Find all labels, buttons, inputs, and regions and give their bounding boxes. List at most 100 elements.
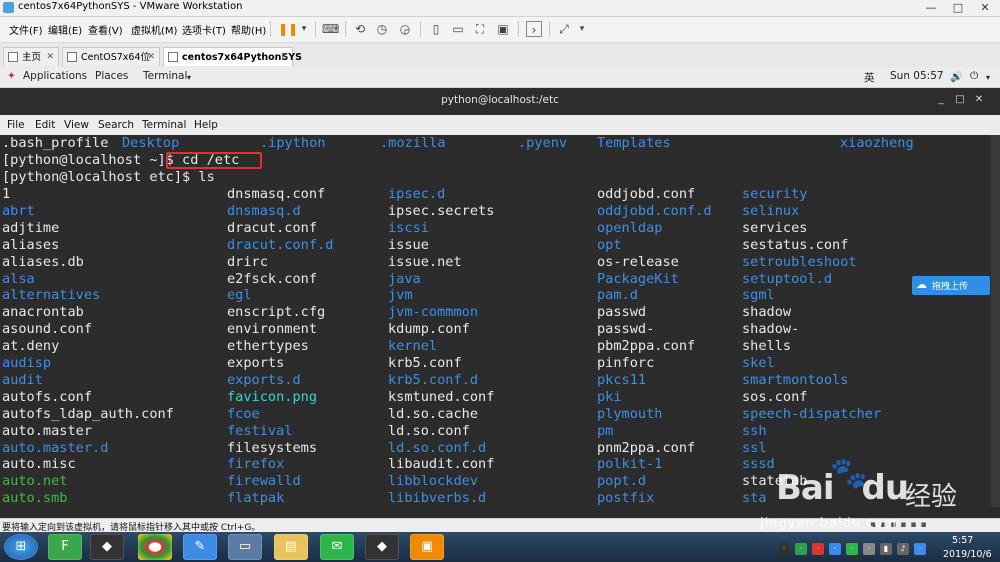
- pause-icon[interactable]: ❚❚: [278, 21, 298, 37]
- close-icon[interactable]: ✕: [147, 48, 155, 67]
- input-method-indicator[interactable]: 英: [864, 70, 875, 85]
- thumbnail-icon[interactable]: ▭: [450, 21, 466, 37]
- applications-menu[interactable]: Applications: [23, 70, 87, 82]
- nox-player-icon[interactable]: ◆: [365, 534, 399, 560]
- ls-entry: flatpak: [227, 490, 285, 507]
- network-icon[interactable]: ▮: [880, 543, 892, 555]
- tray-app-icon[interactable]: ·: [863, 543, 875, 555]
- ls-entry: pam.d: [597, 287, 638, 304]
- tray-app-icon[interactable]: ·: [795, 543, 807, 555]
- menu-edit[interactable]: 编辑(E): [48, 22, 82, 37]
- close-button[interactable]: ✕: [972, 94, 986, 105]
- menu-vm[interactable]: 虚拟机(M): [131, 22, 177, 37]
- window-app-icon[interactable]: ▭: [228, 534, 262, 560]
- maximize-button[interactable]: □: [953, 94, 967, 105]
- ls-entry: libaudit.conf: [388, 456, 495, 473]
- ls-entry: skel: [742, 355, 775, 371]
- taskbar-clock-time[interactable]: 5:57: [952, 535, 973, 546]
- menu-tabs[interactable]: 选项卡(T): [182, 22, 226, 37]
- tray-app-icon[interactable]: ·: [812, 543, 824, 555]
- chevron-down-icon[interactable]: ▾: [574, 21, 590, 37]
- ls-entry: passwd-: [597, 321, 655, 338]
- tray-app-icon[interactable]: ·: [846, 543, 858, 555]
- ls-entry: kdump.conf: [388, 321, 470, 338]
- console-icon[interactable]: ›: [526, 21, 542, 37]
- nox-app-icon[interactable]: ◆: [90, 534, 124, 560]
- terminal-entry: .bash_profile: [2, 135, 109, 151]
- chevron-down-icon[interactable]: ▾: [296, 21, 312, 37]
- ls-entry: krb5.conf.d: [388, 371, 479, 388]
- close-button[interactable]: ✕: [972, 0, 998, 16]
- tray-app-icon[interactable]: ·: [829, 543, 841, 555]
- stretch-icon[interactable]: ⤢: [556, 21, 572, 37]
- tab-centos7x64[interactable]: CentOS7x64位 ✕: [62, 47, 160, 66]
- vm-icon: [67, 52, 77, 62]
- terminal-output[interactable]: .bash_profile Desktop .ipython .mozilla .pye…: [0, 135, 991, 507]
- menu-help[interactable]: 帮助(H): [231, 22, 266, 37]
- ls-entry: 1: [2, 186, 11, 202]
- menu-view[interactable]: 查看(V): [88, 22, 123, 37]
- ls-entry: ipsec.d: [388, 186, 446, 202]
- maximize-button[interactable]: □: [945, 0, 971, 16]
- ls-entry: alsa: [2, 270, 35, 287]
- ls-entry: pkcs11: [597, 371, 647, 388]
- terminal-menu-view[interactable]: View: [64, 119, 89, 131]
- terminal-scrollbar[interactable]: [991, 135, 1000, 507]
- snapshot-manager-icon[interactable]: ◶: [397, 21, 413, 37]
- terminal-menu-help[interactable]: Help: [194, 119, 218, 131]
- tray-app-icon[interactable]: ·: [778, 543, 790, 555]
- power-icon[interactable]: ⏻: [970, 70, 978, 83]
- library-icon[interactable]: ▯: [428, 21, 444, 37]
- chevron-down-icon[interactable]: ▾: [187, 73, 191, 82]
- terminal-menu-edit[interactable]: Edit: [35, 119, 55, 131]
- ls-entry: festival: [227, 422, 293, 439]
- tab-centos7x64pythonsys[interactable]: centos7x64PythonSYS ✕: [163, 47, 302, 67]
- taskbar-app-icon[interactable]: F: [48, 534, 82, 560]
- snapshot-icon[interactable]: ⟲: [352, 21, 368, 37]
- tab-home[interactable]: 主页 ✕: [3, 47, 59, 66]
- ls-entry: sssd: [742, 456, 775, 473]
- notes-app-icon[interactable]: ✎: [183, 534, 217, 560]
- ls-entry: sgml: [742, 287, 775, 304]
- ls-entry: shells: [742, 338, 792, 355]
- toolbar-separator: [518, 21, 519, 37]
- volume-icon[interactable]: 🔊: [950, 70, 963, 83]
- chrome-icon[interactable]: [138, 534, 172, 560]
- unity-icon[interactable]: ▣: [495, 21, 511, 37]
- vmware-taskbar-icon[interactable]: ▣: [410, 534, 444, 560]
- chevron-down-icon[interactable]: ▾: [986, 73, 990, 82]
- ls-entry: setroubleshoot: [742, 253, 857, 270]
- ls-entry: issue: [388, 236, 429, 253]
- wechat-icon[interactable]: ✉: [320, 534, 354, 560]
- terminal-entry: xiaozheng: [840, 135, 914, 151]
- close-icon[interactable]: ✕: [280, 48, 288, 67]
- ls-entry: anacrontab: [2, 304, 84, 321]
- terminal-menu-file[interactable]: File: [7, 119, 25, 131]
- fullscreen-icon[interactable]: ⛶: [472, 21, 488, 37]
- terminal-menu-search[interactable]: Search: [98, 119, 134, 131]
- ls-entry: shadow: [742, 304, 792, 321]
- terminal-menu-terminal[interactable]: Terminal: [142, 119, 186, 131]
- revert-snapshot-icon[interactable]: ◷: [374, 21, 390, 37]
- tray-app-icon[interactable]: ·: [914, 543, 926, 555]
- ls-entry: environment: [227, 321, 318, 338]
- terminal-menu[interactable]: Terminal: [143, 70, 187, 82]
- ls-entry: auto.master: [2, 422, 93, 439]
- clock[interactable]: Sun 05:57: [890, 70, 944, 82]
- close-icon[interactable]: ✕: [46, 48, 54, 67]
- send-keys-icon[interactable]: ⌨: [322, 21, 339, 37]
- ls-entry: auto.smb: [2, 490, 68, 507]
- minimize-button[interactable]: _: [934, 94, 948, 105]
- ls-entry: libibverbs.d: [388, 490, 487, 507]
- ls-entry: ethertypes: [227, 338, 309, 355]
- speaker-icon[interactable]: ♪: [897, 543, 909, 555]
- file-explorer-icon[interactable]: ▤: [274, 534, 308, 560]
- taskbar-clock-date[interactable]: 2019/10/6: [943, 549, 992, 560]
- places-menu[interactable]: Places: [95, 70, 128, 82]
- minimize-button[interactable]: —: [918, 0, 944, 16]
- toolbar-separator: [315, 21, 316, 37]
- start-button[interactable]: ⊞: [4, 534, 38, 560]
- ls-entry: dnsmasq.d: [227, 202, 301, 219]
- menu-file[interactable]: 文件(F): [9, 22, 43, 37]
- ls-entry: ksmtuned.conf: [388, 388, 495, 405]
